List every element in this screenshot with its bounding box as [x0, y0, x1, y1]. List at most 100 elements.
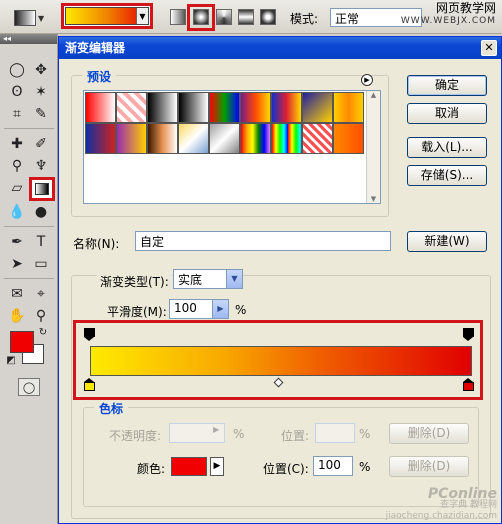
- preset-swatch[interactable]: [116, 92, 147, 123]
- smoothness-unit: %: [235, 303, 247, 317]
- scroll-up-icon[interactable]: ▲: [367, 91, 380, 99]
- linear-gradient-icon[interactable]: [170, 9, 186, 25]
- presets-menu-icon[interactable]: ▶: [361, 74, 373, 86]
- hand-icon[interactable]: ✋: [6, 306, 28, 326]
- opacity-delete-button: 删除(D): [389, 423, 469, 444]
- preset-swatch[interactable]: [147, 123, 178, 154]
- type-icon[interactable]: T: [30, 232, 52, 252]
- preset-swatch[interactable]: [85, 123, 116, 154]
- preset-swatch[interactable]: [271, 92, 302, 123]
- radial-gradient-icon[interactable]: [193, 9, 209, 25]
- preset-swatch[interactable]: [178, 123, 209, 154]
- preset-swatch[interactable]: [209, 123, 240, 154]
- name-field[interactable]: 自定: [135, 231, 391, 251]
- preset-swatch[interactable]: [147, 92, 178, 123]
- gradient-picker-highlight: ▼: [61, 3, 153, 29]
- preset-swatch[interactable]: [178, 92, 209, 123]
- color-stop-start[interactable]: [84, 378, 95, 391]
- toolbox-header[interactable]: ◂◂: [0, 34, 57, 44]
- magic-wand-icon[interactable]: ✶: [30, 82, 52, 102]
- preset-swatch[interactable]: [271, 123, 302, 154]
- load-button[interactable]: 载入(L)...: [407, 137, 487, 158]
- move-icon[interactable]: ✥: [30, 60, 52, 80]
- path-selection-icon[interactable]: ➤: [6, 254, 28, 274]
- smoothness-value: 100: [174, 301, 197, 315]
- preset-swatch[interactable]: [240, 123, 271, 154]
- eyedropper-icon[interactable]: ✎: [30, 104, 52, 124]
- eraser-icon[interactable]: ▱: [6, 178, 28, 198]
- watermark: PConline 查字典 教程网 jiaocheng.chazidian.com: [385, 486, 497, 521]
- pen-icon[interactable]: ✒: [6, 232, 28, 252]
- presets-scrollbar[interactable]: ▲ ▼: [366, 91, 380, 203]
- opacity-label: 不透明度:: [109, 429, 162, 443]
- gradient-tool-icon[interactable]: [29, 177, 55, 201]
- color-location-field[interactable]: 100: [313, 456, 353, 476]
- mode-label: 模式:: [290, 12, 319, 26]
- tool-preset-picker[interactable]: [14, 10, 36, 26]
- gradient-type-label: 渐变类型(T):: [97, 273, 172, 290]
- gradient-type-select[interactable]: 实底 ▼: [173, 269, 243, 289]
- dialog-title: 渐变编辑器: [65, 41, 126, 55]
- color-delete-button: 删除(D): [389, 456, 469, 477]
- rectangle-shape-icon[interactable]: ▭: [30, 254, 52, 274]
- presets-legend: 预设: [82, 68, 117, 85]
- ok-button[interactable]: 确定: [407, 75, 487, 96]
- diamond-gradient-icon[interactable]: [260, 9, 276, 25]
- clone-stamp-icon[interactable]: ⚲: [6, 156, 28, 176]
- dialog-titlebar[interactable]: 渐变编辑器 ✕: [59, 37, 501, 59]
- close-icon[interactable]: ✕: [481, 40, 497, 56]
- smoothness-field[interactable]: 100 ▶: [169, 299, 229, 319]
- scroll-down-icon[interactable]: ▼: [367, 195, 380, 203]
- gradient-type-value: 实底: [178, 273, 203, 287]
- foreground-color[interactable]: [10, 331, 34, 353]
- color-sampler-icon[interactable]: ⌖: [30, 284, 52, 304]
- chevron-down-icon[interactable]: ▼: [38, 14, 44, 23]
- lasso-icon[interactable]: ʘ: [6, 82, 28, 102]
- chevron-down-icon[interactable]: ▼: [136, 8, 148, 24]
- opacity-stop-start[interactable]: [84, 328, 95, 341]
- chevron-right-icon[interactable]: ▶: [210, 457, 224, 476]
- preset-swatch[interactable]: [116, 123, 147, 154]
- gradient-bar[interactable]: [90, 346, 472, 376]
- reflected-gradient-icon[interactable]: [238, 9, 254, 25]
- quick-mask-icon[interactable]: ◯: [18, 378, 40, 396]
- angle-gradient-icon[interactable]: [216, 9, 232, 25]
- preset-swatch[interactable]: [333, 92, 364, 123]
- toolbox: ◂◂ ◯ ✥ ʘ ✶ ⌗ ✎ ✚ ✐ ⚲ ♆ ▱ 💧 ● ✒ T ➤ ▭ ✉ ⌖…: [0, 34, 58, 524]
- new-button[interactable]: 新建(W): [407, 231, 487, 252]
- color-stop-end[interactable]: [463, 378, 474, 391]
- preset-swatch[interactable]: [302, 123, 333, 154]
- swap-colors-icon[interactable]: ↻: [36, 326, 50, 338]
- preset-swatch[interactable]: [302, 92, 333, 123]
- smoothness-label: 平滑度(M):: [107, 305, 167, 319]
- opacity-stop-end[interactable]: [463, 328, 474, 341]
- opacity-location-field: [315, 423, 355, 443]
- preset-swatch[interactable]: [209, 92, 240, 123]
- crop-icon[interactable]: ⌗: [6, 104, 28, 124]
- default-colors-icon[interactable]: ◩: [4, 354, 18, 366]
- gradient-picker[interactable]: ▼: [65, 7, 149, 25]
- zoom-icon[interactable]: ⚲: [30, 306, 52, 326]
- chevron-down-icon[interactable]: ▼: [226, 270, 242, 288]
- presets-grid: [85, 92, 365, 154]
- preset-swatch[interactable]: [333, 123, 364, 154]
- notes-icon[interactable]: ✉: [6, 284, 28, 304]
- preset-swatch[interactable]: [85, 92, 116, 123]
- gradient-bar-highlight: [73, 320, 483, 400]
- opacity-location-label: 位置:: [281, 429, 310, 443]
- stop-color-swatch[interactable]: [171, 457, 207, 476]
- watermark: 网页教学网 WWW.WEBJX.COM: [400, 1, 496, 27]
- save-button[interactable]: 存储(S)...: [407, 165, 487, 186]
- healing-brush-icon[interactable]: ✚: [6, 134, 28, 154]
- name-label: 名称(N):: [73, 237, 120, 251]
- dodge-icon[interactable]: ●: [30, 202, 52, 222]
- chevron-right-icon[interactable]: ▶: [212, 300, 228, 318]
- blur-icon[interactable]: 💧: [6, 202, 28, 222]
- marquee-icon[interactable]: ◯: [6, 60, 28, 80]
- midpoint-diamond[interactable]: [273, 377, 284, 388]
- presets-panel: ▲ ▼: [83, 90, 381, 204]
- preset-swatch[interactable]: [240, 92, 271, 123]
- history-brush-icon[interactable]: ♆: [30, 156, 52, 176]
- brush-icon[interactable]: ✐: [30, 134, 52, 154]
- cancel-button[interactable]: 取消: [407, 103, 487, 124]
